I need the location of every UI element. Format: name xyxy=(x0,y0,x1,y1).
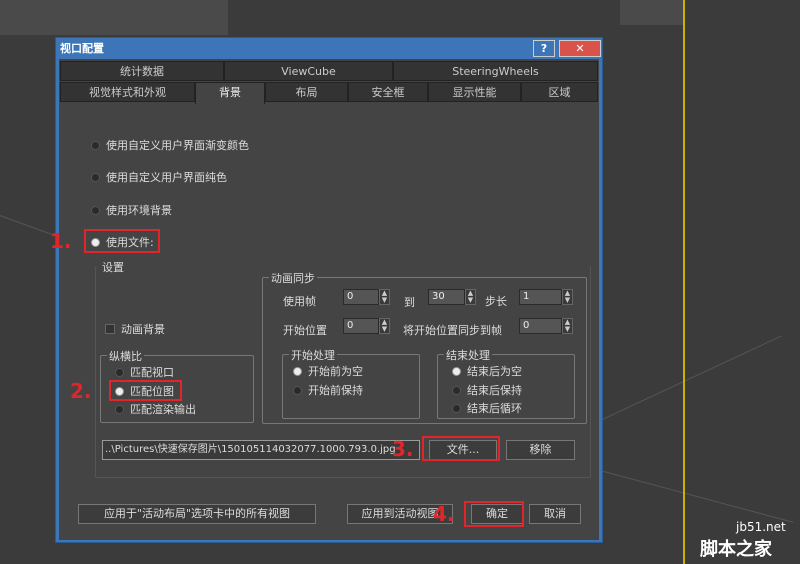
help-button[interactable]: ? xyxy=(533,40,555,57)
radio-solid-color[interactable]: 使用自定义用户界面纯色 xyxy=(91,169,227,185)
tab-steeringwheels[interactable]: SteeringWheels xyxy=(393,61,598,81)
radio-match-render[interactable]: 匹配渲染输出 xyxy=(115,401,196,417)
radio-dot xyxy=(115,404,124,414)
checkbox-label: 动画背景 xyxy=(121,323,165,336)
watermark-name: 脚本之家 xyxy=(700,539,772,560)
spinner-value[interactable]: 0 xyxy=(519,318,562,334)
radio-hold-after[interactable]: 结束后保持 xyxy=(452,382,522,398)
step-1-label: 1. xyxy=(50,229,72,253)
toolbar-area xyxy=(0,0,228,35)
tab-safe-frame[interactable]: 安全框 xyxy=(348,82,428,102)
settings-label: 设置 xyxy=(102,261,124,274)
watermark-site: jb51.net xyxy=(736,520,786,534)
viewport-grid-line xyxy=(600,335,782,421)
radio-hold-before[interactable]: 开始前保持 xyxy=(293,382,363,398)
use-frames-label: 使用帧 xyxy=(283,295,316,308)
to-frame-spinner[interactable]: 30 ▲ ▼ xyxy=(428,289,476,305)
from-frame-spinner[interactable]: 0 ▲ ▼ xyxy=(343,289,390,305)
start-pos-spinner[interactable]: 0 ▲ ▼ xyxy=(343,318,390,334)
end-processing-group: 结束处理 结束后为空 结束后保持 结束后循环 xyxy=(437,347,575,419)
radio-dot xyxy=(91,172,100,182)
radio-label: 匹配视口 xyxy=(130,366,174,379)
tab-regions[interactable]: 区域 xyxy=(521,82,598,102)
step-spinner[interactable]: 1 ▲ ▼ xyxy=(519,289,573,305)
radio-label: 使用自定义用户界面纯色 xyxy=(106,171,227,184)
start-processing-group: 开始处理 开始前为空 开始前保持 xyxy=(282,347,420,419)
highlight-ok-button xyxy=(464,501,524,527)
cancel-button[interactable]: 取消 xyxy=(529,504,581,524)
step-4-label: 4. xyxy=(433,502,455,526)
spinner-value[interactable]: 0 xyxy=(343,318,379,334)
highlight-use-file xyxy=(84,229,160,253)
tab-statistics[interactable]: 统计数据 xyxy=(60,61,224,81)
step-2-label: 2. xyxy=(70,379,92,403)
tab-background[interactable]: 背景 xyxy=(195,82,265,104)
spinner-value[interactable]: 0 xyxy=(343,289,379,305)
radio-label: 结束后保持 xyxy=(467,384,522,397)
spinner-arrows[interactable]: ▲ ▼ xyxy=(465,289,476,305)
step-label: 步长 xyxy=(485,295,507,308)
viewport-config-dialog: 视口配置 ? ✕ 统计数据 ViewCube SteeringWheels 视觉… xyxy=(55,37,603,543)
file-path-field[interactable]: ..\Pictures\快速保存图片\150105114032077.1000.… xyxy=(102,440,420,460)
step-3-label: 3. xyxy=(392,437,414,461)
start-processing-label: 开始处理 xyxy=(289,347,337,363)
viewport-border-line xyxy=(683,0,685,564)
radio-dot xyxy=(452,403,461,413)
tab-viewcube[interactable]: ViewCube xyxy=(224,61,393,81)
radio-label: 结束后为空 xyxy=(467,365,522,378)
highlight-files-button xyxy=(422,436,500,461)
close-button[interactable]: ✕ xyxy=(559,40,601,57)
end-processing-label: 结束处理 xyxy=(444,347,492,363)
anim-sync-label: 动画同步 xyxy=(269,270,317,286)
spinner-arrows[interactable]: ▲ ▼ xyxy=(379,318,390,334)
radio-dot xyxy=(293,366,302,376)
spinner-value[interactable]: 30 xyxy=(428,289,465,305)
sync-label: 将开始位置同步到帧 xyxy=(403,324,502,337)
radio-dot xyxy=(293,385,302,395)
radio-dot xyxy=(452,366,461,376)
checkbox-box xyxy=(105,324,115,334)
tab-layout[interactable]: 布局 xyxy=(265,82,348,102)
radio-gradient-color[interactable]: 使用自定义用户界面渐变颜色 xyxy=(91,137,249,153)
animate-bg-checkbox[interactable]: 动画背景 xyxy=(105,321,165,337)
radio-label: 开始前保持 xyxy=(308,384,363,397)
to-label: 到 xyxy=(404,296,415,309)
radio-dot xyxy=(91,205,100,215)
radio-match-viewport[interactable]: 匹配视口 xyxy=(115,364,174,380)
viewport-grid-line xyxy=(0,215,57,237)
anim-sync-group: 动画同步 使用帧 0 ▲ ▼ 到 30 ▲ ▼ 步长 1 ▲ ▼ 开始位置 0 ▲ ▼ 将开始位… xyxy=(262,270,587,424)
radio-label: 开始前为空 xyxy=(308,365,363,378)
radio-environment-bg[interactable]: 使用环境背景 xyxy=(91,202,172,218)
radio-label: 匹配渲染输出 xyxy=(130,403,196,416)
spinner-arrows[interactable]: ▲ ▼ xyxy=(562,289,573,305)
viewport-label-area xyxy=(620,0,683,25)
radio-dot xyxy=(115,367,124,377)
spinner-value[interactable]: 1 xyxy=(519,289,562,305)
apply-all-views-button[interactable]: 应用于"活动布局"选项卡中的所有视图 xyxy=(78,504,316,524)
radio-loop-after[interactable]: 结束后循环 xyxy=(452,400,522,416)
radio-label: 使用环境背景 xyxy=(106,204,172,217)
radio-blank-before[interactable]: 开始前为空 xyxy=(293,363,363,379)
viewport-grid-line xyxy=(599,470,794,523)
radio-label: 结束后循环 xyxy=(467,402,522,415)
start-pos-label: 开始位置 xyxy=(283,324,327,337)
dialog-body: 统计数据 ViewCube SteeringWheels 视觉样式和外观 背景 … xyxy=(59,59,599,540)
dialog-title: 视口配置 xyxy=(60,42,104,55)
aspect-label: 纵横比 xyxy=(107,348,144,364)
radio-label: 使用自定义用户界面渐变颜色 xyxy=(106,139,249,152)
radio-blank-after[interactable]: 结束后为空 xyxy=(452,363,522,379)
spinner-arrows[interactable]: ▲ ▼ xyxy=(562,318,573,334)
tab-visual-style[interactable]: 视觉样式和外观 xyxy=(60,82,195,102)
radio-dot xyxy=(452,385,461,395)
tab-display-performance[interactable]: 显示性能 xyxy=(428,82,521,102)
highlight-match-bitmap xyxy=(109,380,182,401)
remove-button[interactable]: 移除 xyxy=(506,440,575,460)
radio-dot xyxy=(91,140,100,150)
sync-frame-spinner[interactable]: 0 ▲ ▼ xyxy=(519,318,573,334)
spinner-arrows[interactable]: ▲ ▼ xyxy=(379,289,390,305)
